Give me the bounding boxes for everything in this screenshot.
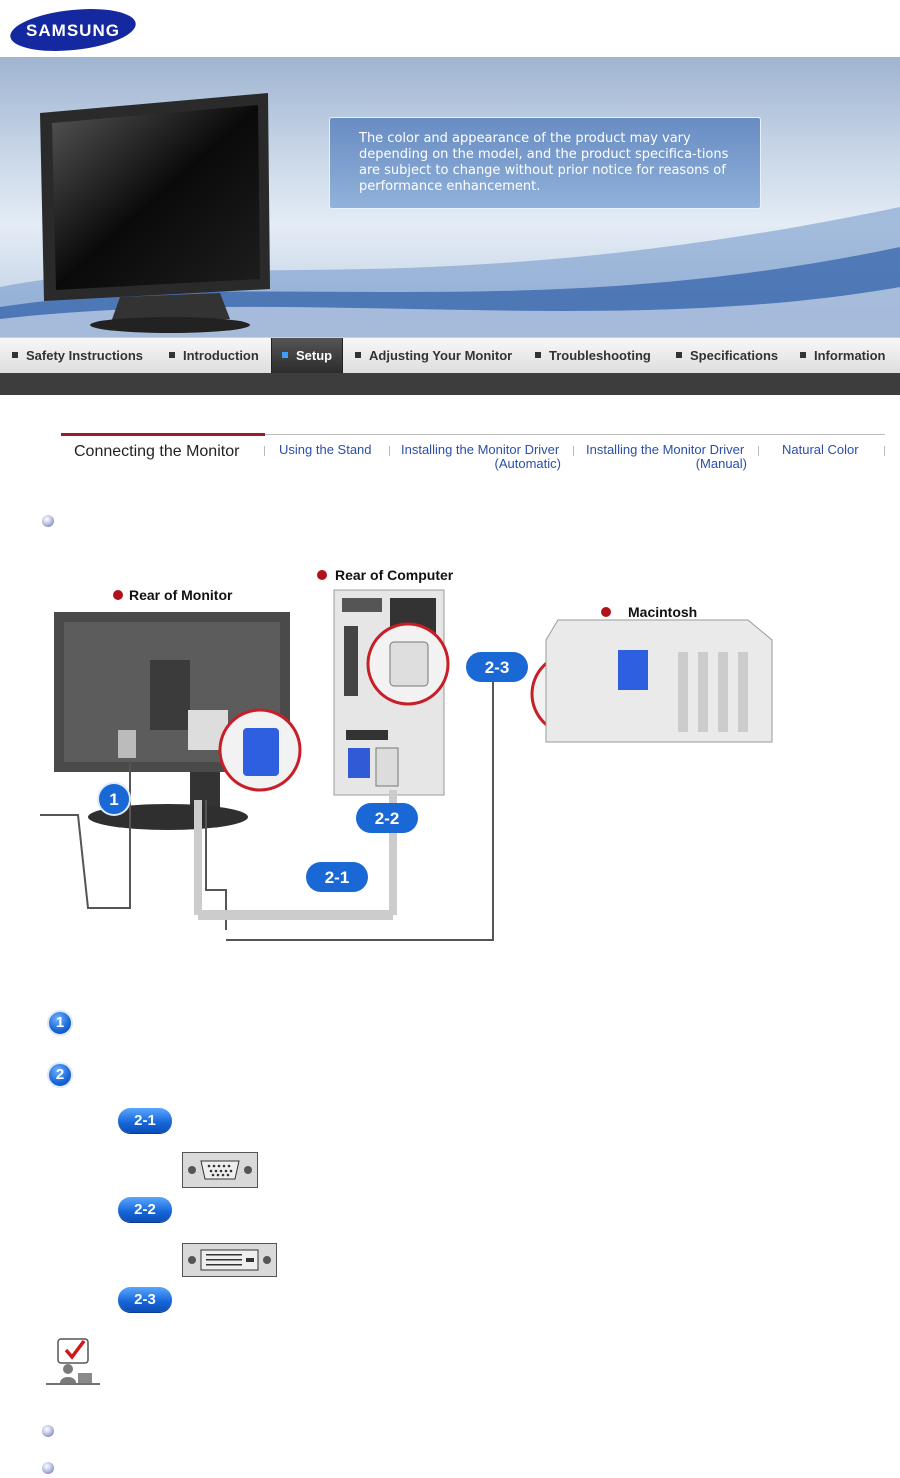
product-notice: The color and appearance of the product … — [329, 117, 761, 209]
nav-information[interactable]: Information — [800, 338, 886, 374]
subnav-using-the-stand[interactable]: Using the Stand — [279, 443, 372, 457]
red-dot-icon — [601, 607, 611, 617]
subnav-label-sub: (Manual) — [695, 456, 747, 471]
nav-label: Troubleshooting — [549, 348, 651, 363]
label-rear-of-monitor: Rear of Monitor — [129, 587, 233, 603]
nav-adjusting-your-monitor[interactable]: Adjusting Your Monitor — [355, 338, 512, 374]
nav-label: Adjusting Your Monitor — [369, 348, 513, 363]
nav-label: Information — [814, 348, 886, 363]
square-icon — [355, 352, 361, 358]
note-check-icon — [46, 1338, 100, 1385]
dvi-connector-icon — [182, 1243, 277, 1277]
subnav-driver-automatic[interactable]: Installing the Monitor Driver (Automatic… — [401, 443, 561, 471]
square-icon — [676, 352, 682, 358]
square-icon — [282, 352, 288, 358]
nav-label: Setup — [296, 348, 333, 363]
square-icon — [535, 352, 541, 358]
subnav-label: Installing the Monitor Driver — [401, 442, 560, 457]
main-nav: Safety Instructions Introduction Setup A… — [0, 337, 900, 374]
nav-introduction[interactable]: Introduction — [169, 338, 259, 374]
subnav-label-sub: (Automatic) — [494, 456, 561, 471]
square-icon — [169, 352, 175, 358]
nav-label: Introduction — [183, 348, 259, 363]
samsung-logo[interactable]: SAMSUNG — [8, 8, 138, 52]
subnav-separator — [264, 446, 265, 456]
bullet-icon — [42, 1425, 54, 1437]
subnav-label: Installing the Monitor Driver — [586, 442, 745, 457]
label-macintosh: Macintosh — [628, 604, 697, 620]
square-icon — [800, 352, 806, 358]
nav-bottom-bar — [0, 373, 900, 395]
badge-2-3: 2-3 — [485, 658, 510, 677]
red-dot-icon — [317, 570, 327, 580]
subnav-separator — [884, 446, 885, 456]
step-2-3-badge: 2-3 — [118, 1287, 172, 1312]
badge-2-1: 2-1 — [325, 868, 350, 887]
step-2-badge: 2 — [47, 1062, 73, 1088]
bullet-icon — [42, 1462, 54, 1474]
red-dot-icon — [113, 590, 123, 600]
logo-text: SAMSUNG — [26, 21, 120, 40]
subnav-divider — [265, 434, 885, 435]
nav-label: Safety Instructions — [26, 348, 144, 363]
step-2-2-badge: 2-2 — [118, 1197, 172, 1222]
hero-banner: The color and appearance of the product … — [0, 57, 900, 337]
step-1-badge: 1 — [47, 1010, 73, 1036]
bullet-icon — [42, 515, 54, 527]
square-icon — [12, 352, 18, 358]
nav-troubleshooting[interactable]: Troubleshooting — [535, 338, 651, 374]
nav-safety-instructions[interactable]: Safety Instructions — [12, 338, 143, 374]
step-2-1-badge: 2-1 — [118, 1108, 172, 1133]
nav-specifications[interactable]: Specifications — [676, 338, 778, 374]
badge-1: 1 — [109, 790, 118, 809]
connection-diagram: Rear of Monitor Rear of Computer Macinto… — [40, 567, 773, 941]
subnav-connecting-the-monitor[interactable]: Connecting the Monitor — [74, 443, 239, 461]
nav-setup[interactable]: Setup — [271, 338, 344, 374]
subnav-separator — [389, 446, 390, 456]
subnav-driver-manual[interactable]: Installing the Monitor Driver (Manual) — [586, 443, 747, 471]
subnav-separator — [573, 446, 574, 456]
label-rear-of-computer: Rear of Computer — [335, 567, 454, 583]
subnav-natural-color[interactable]: Natural Color — [782, 443, 859, 457]
subnav-active-underline — [61, 433, 265, 436]
vga-connector-icon — [182, 1152, 258, 1188]
badge-2-2: 2-2 — [375, 809, 400, 828]
nav-label: Specifications — [690, 348, 779, 363]
subnav-separator — [758, 446, 759, 456]
